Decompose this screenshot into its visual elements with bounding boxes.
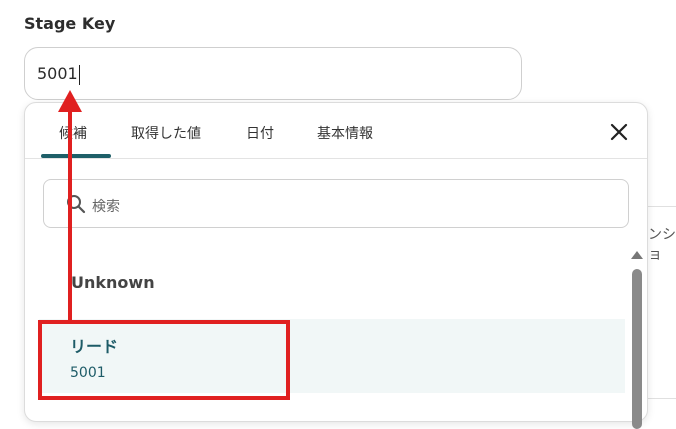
close-icon[interactable]: [607, 120, 631, 144]
scrollbar[interactable]: [629, 251, 645, 429]
active-tab-indicator: [41, 154, 111, 158]
stage-key-input[interactable]: 5001: [24, 47, 522, 100]
tab-retrieved-values[interactable]: 取得した値: [131, 123, 201, 143]
annotation-arrow-head: [58, 90, 82, 112]
tab-date[interactable]: 日付: [246, 123, 274, 143]
search-input[interactable]: 検索: [43, 179, 629, 228]
scroll-up-icon[interactable]: [631, 251, 643, 259]
background-divider: [648, 206, 676, 207]
tab-candidates[interactable]: 候補: [59, 123, 87, 143]
stage-key-value: 5001: [37, 64, 78, 83]
annotation-highlight-box: [38, 320, 290, 400]
field-label: Stage Key: [24, 14, 116, 33]
background-truncated-text: ンショ: [648, 227, 676, 263]
background-divider-bottom: [648, 398, 676, 399]
tab-bar: 候補 取得した値 日付 基本情報: [25, 103, 647, 159]
scroll-thumb[interactable]: [632, 269, 642, 429]
annotation-arrow-shaft: [68, 108, 72, 322]
tab-basic-info[interactable]: 基本情報: [317, 123, 373, 143]
text-caret: [78, 64, 80, 85]
list-item-unknown[interactable]: Unknown: [71, 273, 155, 292]
search-placeholder: 検索: [92, 199, 120, 215]
